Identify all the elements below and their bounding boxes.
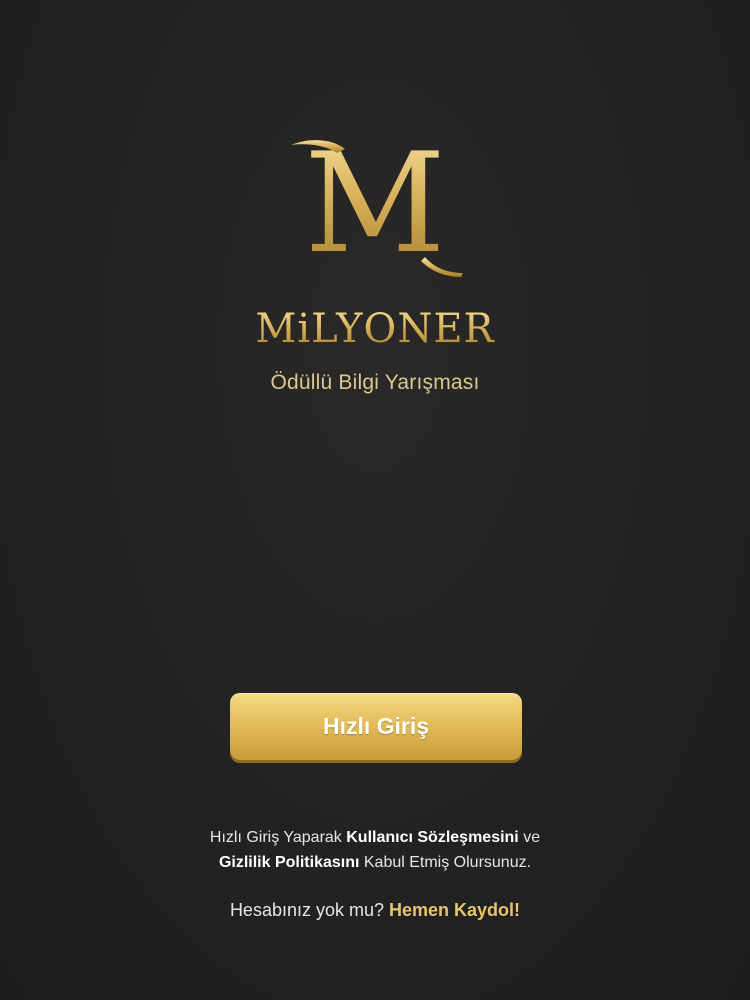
signup-prompt: Hesabınız yok mu? Hemen Kaydol! xyxy=(0,900,750,921)
wordmark-text: MiLYONER xyxy=(255,306,495,352)
signup-link[interactable]: Hemen Kaydol! xyxy=(389,900,520,920)
milyoner-logo-icon: M xyxy=(291,135,463,280)
quick-login-button[interactable]: Hızlı Giriş xyxy=(230,693,522,760)
privacy-policy-link[interactable]: Gizlilik Politikasını xyxy=(219,854,359,871)
terms-text-1: Hızlı Giriş Yaparak xyxy=(209,829,347,846)
terms-text-3: Kabul Etmiş Olursunuz. xyxy=(359,854,532,871)
splash-screen: M MiLYONER Ödüllü Bilgi Yarışması Hızlı … xyxy=(0,0,750,1000)
tagline: Ödüllü Bilgi Yarışması xyxy=(270,371,480,394)
quick-login-label: Hızlı Giriş xyxy=(322,713,430,739)
user-agreement-link[interactable]: Kullanıcı Sözleşmesini xyxy=(346,829,519,846)
signup-question: Hesabınız yok mu? xyxy=(229,900,390,920)
milyoner-wordmark: MiLYONER xyxy=(255,306,495,352)
terms-text-2: ve xyxy=(518,829,541,846)
terms-notice: Hızlı Giriş Yaparak Kullanıcı Sözleşmesi… xyxy=(0,825,750,875)
